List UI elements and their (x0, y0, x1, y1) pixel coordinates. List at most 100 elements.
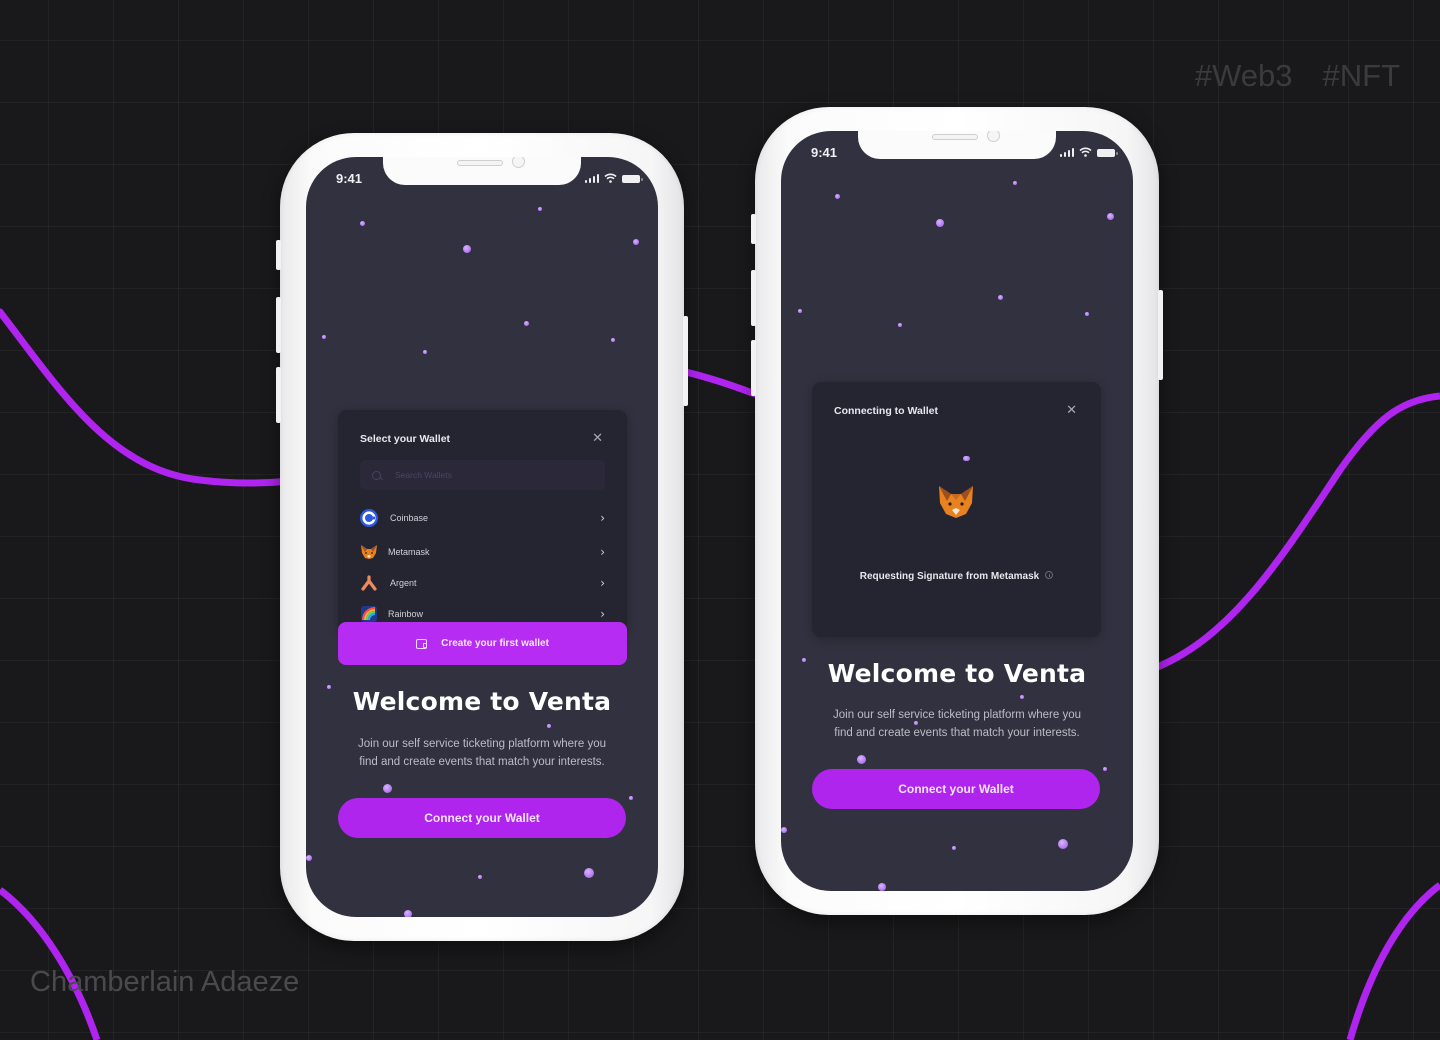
welcome-subtitle: Join our self service ticketing platform… (306, 735, 658, 771)
silent-switch (276, 240, 281, 270)
wallet-name: Metamask (388, 547, 430, 557)
particle (1058, 839, 1068, 849)
close-icon[interactable]: ✕ (1066, 404, 1077, 417)
wallet-item-argent[interactable]: Argent › (360, 571, 605, 595)
wallet-name: Coinbase (390, 513, 429, 523)
particle (835, 194, 840, 199)
power-button (1158, 290, 1163, 380)
search-wallets-input[interactable] (395, 470, 575, 480)
wallet-name: Argent (390, 578, 417, 588)
battery-icon (1097, 149, 1118, 157)
metamask-fox-icon (360, 543, 378, 561)
front-camera (987, 131, 1000, 142)
status-time: 9:41 (336, 171, 363, 186)
welcome-title: Welcome to Venta (827, 659, 1087, 688)
info-icon[interactable] (1045, 571, 1054, 580)
subtitle-line-1: Join our self service ticketing platform… (358, 738, 606, 750)
particle (306, 855, 312, 861)
particle (383, 784, 392, 793)
argent-icon (360, 574, 378, 592)
power-button (683, 316, 688, 406)
volume-down-button (751, 340, 756, 396)
subtitle-line-2: find and create events that match your i… (359, 756, 605, 768)
particle (360, 221, 365, 226)
wallet-icon (416, 638, 428, 649)
particle (798, 309, 802, 313)
particle (898, 323, 902, 327)
curve-left-upper (0, 308, 294, 487)
connecting-wallet-modal: Connecting to Wallet ✕ Requesting Signat… (812, 382, 1101, 637)
wallet-item-metamask[interactable]: Metamask › (360, 540, 605, 564)
search-icon (372, 470, 381, 480)
welcome-title: Welcome to Venta (352, 687, 612, 716)
particle (1013, 181, 1017, 185)
particle (1103, 767, 1107, 771)
phone-left: 9:41 Select your Wallet ✕ Search Wallets… (276, 133, 688, 941)
curve-middle (685, 368, 762, 400)
connect-wallet-button[interactable]: Connect your Wallet (812, 769, 1100, 809)
chevron-right-icon: › (600, 545, 605, 559)
tag-web3: #Web3 (1194, 58, 1293, 93)
particle (781, 827, 787, 833)
particle (629, 796, 633, 800)
status-icons (584, 173, 643, 183)
particle (524, 321, 529, 326)
wifi-icon (604, 173, 617, 183)
decorative-curves (0, 308, 1440, 1040)
speaker (457, 160, 503, 166)
create-first-wallet-label: Create your first wallet (441, 638, 549, 649)
close-icon[interactable]: ✕ (592, 432, 603, 445)
hashtags: #Web3 #NFT (1195, 58, 1400, 94)
curve-right (1148, 392, 1440, 674)
particle (463, 245, 471, 253)
particle (1020, 695, 1024, 699)
designer-credit: Chamberlain Adaeze (30, 966, 300, 998)
welcome-subtitle: Join our self service ticketing platform… (781, 706, 1133, 742)
create-first-wallet-button[interactable]: Create your first wallet (338, 622, 627, 665)
search-wallets-field[interactable] (360, 460, 605, 490)
tag-nft: #NFT (1322, 58, 1401, 93)
battery-icon (622, 175, 643, 183)
speaker (932, 134, 978, 140)
screen-right: 9:41 Connecting to Wallet ✕ Requesting S… (781, 131, 1133, 891)
chevron-right-icon: › (600, 511, 605, 525)
curve-left-lower (0, 887, 101, 1040)
particle (1085, 312, 1089, 316)
requesting-signature-text: Requesting Signature from Metamask (812, 571, 1101, 582)
wallet-name: Rainbow (388, 609, 424, 619)
screen-left: 9:41 Select your Wallet ✕ Search Wallets… (306, 157, 658, 917)
particle (857, 755, 866, 764)
particle (952, 846, 956, 850)
coinbase-icon (360, 509, 378, 527)
front-camera (512, 157, 525, 168)
volume-up-button (751, 270, 756, 326)
signal-icon (584, 174, 599, 183)
particle (633, 239, 639, 245)
particle (584, 868, 594, 878)
silent-switch (751, 214, 756, 244)
metamask-fox-icon (938, 485, 974, 523)
modal-title: Connecting to Wallet (834, 405, 939, 417)
particle (538, 207, 542, 211)
requesting-signature-label: Requesting Signature from Metamask (859, 571, 1040, 582)
particle (423, 350, 427, 354)
volume-up-button (276, 297, 281, 353)
signal-icon (1059, 148, 1074, 157)
status-time: 9:41 (811, 145, 838, 160)
particle (547, 724, 551, 728)
particle (963, 456, 970, 461)
particle (322, 335, 326, 339)
volume-down-button (276, 367, 281, 423)
rainbow-icon (360, 605, 378, 623)
status-icons (1059, 147, 1118, 157)
wifi-icon (1079, 147, 1092, 157)
connect-wallet-button[interactable]: Connect your Wallet (338, 798, 626, 838)
chevron-right-icon: › (600, 576, 605, 590)
particle (478, 875, 482, 879)
particle (404, 910, 412, 917)
particle (611, 338, 615, 342)
chevron-right-icon: › (600, 607, 605, 621)
particle (878, 883, 886, 891)
wallet-item-coinbase[interactable]: Coinbase › (360, 506, 605, 530)
select-wallet-modal: Select your Wallet ✕ Coinbase › (338, 410, 627, 636)
